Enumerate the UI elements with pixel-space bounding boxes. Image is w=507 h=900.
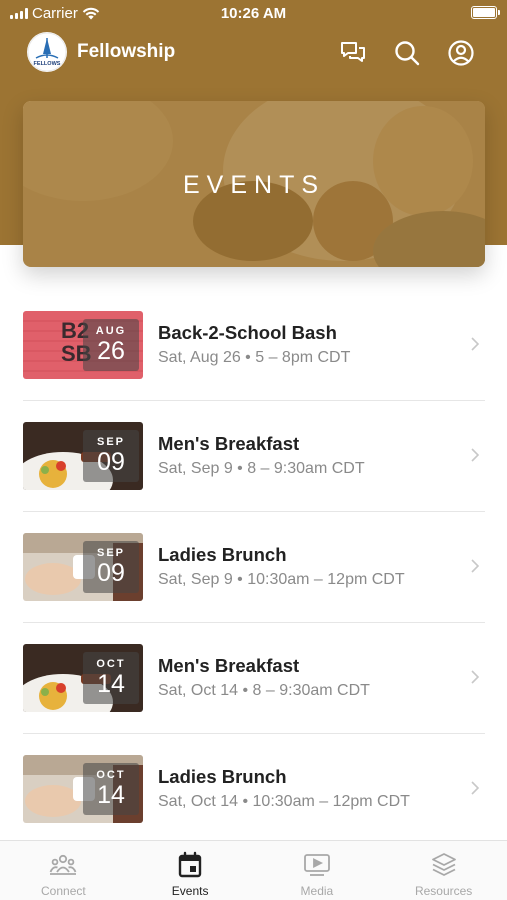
tab-label: Connect: [41, 884, 86, 898]
event-meta: Sat, Sep 9 • 10:30am – 12pm CDT: [158, 571, 405, 588]
event-thumbnail: OCT 14: [23, 644, 143, 712]
tab-connect[interactable]: Connect: [0, 841, 127, 900]
event-row-ladies-brunch[interactable]: OCT 14 Ladies Brunch Sat, Oct 14 • 10:30…: [0, 734, 507, 845]
date-day: 26: [97, 337, 125, 365]
event-title: Ladies Brunch: [158, 544, 287, 565]
date-day: 14: [97, 781, 125, 809]
search-icon[interactable]: [393, 39, 421, 67]
date-badge: SEP 09: [83, 430, 139, 482]
event-thumbnail: OCT 14: [23, 755, 143, 823]
status-time: 10:26 AM: [220, 5, 287, 22]
calendar-icon: [178, 851, 202, 878]
chat-icon[interactable]: [339, 39, 367, 67]
date-badge: OCT 14: [83, 763, 139, 815]
event-title: Men's Breakfast: [158, 433, 300, 454]
chevron-right-icon: [471, 559, 480, 573]
event-list: B2 SB AUG 26 Back-2-School Bash Sat, Aug…: [0, 290, 507, 845]
chevron-right-icon: [471, 781, 480, 795]
event-meta: Sat, Aug 26 • 5 – 8pm CDT: [158, 349, 351, 366]
event-title: Back-2-School Bash: [158, 322, 337, 343]
chevron-right-icon: [471, 337, 480, 351]
event-thumbnail: SEP 09: [23, 422, 143, 490]
event-thumbnail: B2 SB AUG 26: [23, 311, 143, 379]
date-month: OCT: [96, 769, 126, 781]
chevron-right-icon: [471, 448, 480, 462]
event-row-ladies-brunch[interactable]: SEP 09 Ladies Brunch Sat, Sep 9 • 10:30a…: [0, 512, 507, 623]
date-badge: SEP 09: [83, 541, 139, 593]
date-month: OCT: [96, 658, 126, 670]
date-month: SEP: [96, 547, 125, 559]
date-badge: AUG 26: [83, 319, 139, 371]
app-logo[interactable]: FELLOWS: [27, 32, 67, 72]
date-month: AUG: [95, 325, 127, 337]
tab-media[interactable]: Media: [254, 841, 381, 900]
event-title: Men's Breakfast: [158, 655, 300, 676]
logo-text: FELLOWS: [34, 61, 61, 67]
event-meta: Sat, Oct 14 • 10:30am – 12pm CDT: [158, 793, 410, 810]
date-badge: OCT 14: [83, 652, 139, 704]
date-month: SEP: [96, 436, 125, 448]
battery-icon: [471, 6, 500, 19]
play-screen-icon: [303, 854, 330, 876]
event-thumbnail: SEP 09: [23, 533, 143, 601]
tab-resources[interactable]: Resources: [380, 841, 507, 900]
event-meta: Sat, Sep 9 • 8 – 9:30am CDT: [158, 460, 365, 477]
event-title: Ladies Brunch: [158, 766, 287, 787]
people-icon: [50, 854, 77, 875]
date-day: 09: [97, 559, 125, 587]
hero-title: EVENTS: [182, 171, 326, 199]
layers-icon: [431, 853, 456, 876]
event-meta: Sat, Oct 14 • 8 – 9:30am CDT: [158, 682, 370, 699]
app-bar: FELLOWS Fellowship: [0, 28, 507, 76]
tab-label: Resources: [414, 884, 473, 898]
profile-icon[interactable]: [447, 39, 475, 67]
app-title: Fellowship: [77, 41, 176, 62]
event-row-back-2-school-bash[interactable]: B2 SB AUG 26 Back-2-School Bash Sat, Aug…: [0, 290, 507, 401]
event-row-mens-breakfast[interactable]: OCT 14 Men's Breakfast Sat, Oct 14 • 8 –…: [0, 623, 507, 734]
date-day: 09: [97, 448, 125, 476]
tab-bar: Connect Events Media Resources: [0, 840, 507, 900]
tab-events[interactable]: Events: [127, 841, 254, 900]
tab-label: Media: [300, 884, 334, 898]
events-hero-banner: EVENTS: [23, 101, 485, 267]
tab-label: Events: [171, 884, 209, 898]
date-day: 14: [97, 670, 125, 698]
event-row-mens-breakfast[interactable]: SEP 09 Men's Breakfast Sat, Sep 9 • 8 – …: [0, 401, 507, 512]
status-bar: Carrier 10:26 AM: [0, 0, 507, 28]
chevron-right-icon: [471, 670, 480, 684]
